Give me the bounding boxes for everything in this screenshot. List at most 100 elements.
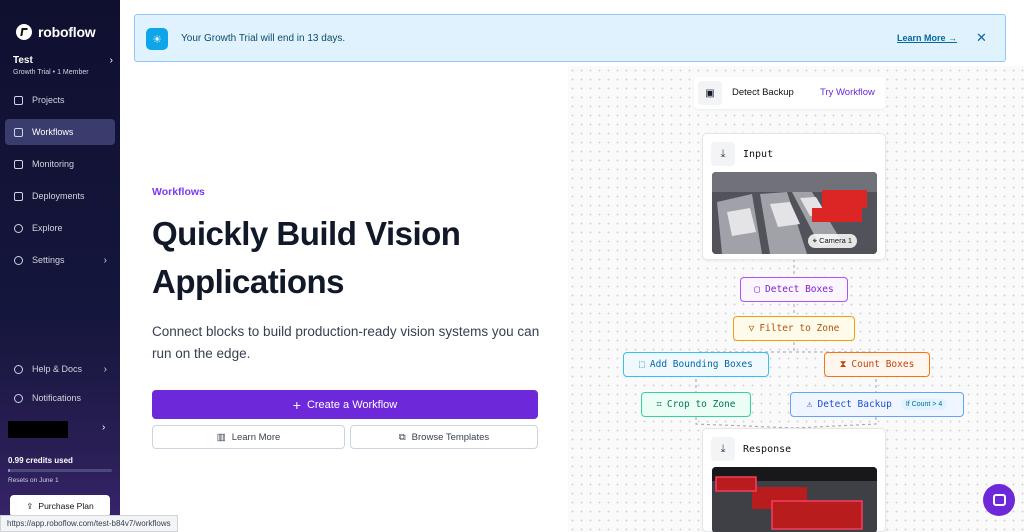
condition-badge: If Count > 4 (900, 399, 948, 410)
workspace-subtitle: Growth Trial • 1 Member (13, 69, 89, 76)
node-label: Detect Backup (817, 399, 892, 410)
connector (793, 342, 876, 353)
compass-icon (14, 223, 23, 233)
response-card: ⤓ Response (702, 428, 886, 532)
trial-banner: ☀ Your Growth Trial will end in 13 days.… (134, 14, 1006, 62)
bell-icon (14, 393, 23, 403)
credits-resets: Resets on June 1 (8, 477, 59, 484)
warehouse-image: ⌖ Camera 1 (712, 172, 877, 254)
connector (696, 342, 795, 353)
camera-badge: ⌖ Camera 1 (807, 234, 857, 248)
calendar-icon: ▢ (754, 284, 761, 295)
lightbulb-icon: ☀ (146, 28, 168, 50)
try-workflow-bar: ▣ Detect Backup Try Workflow (694, 77, 885, 109)
purchase-plan-button[interactable]: ⇪ Purchase Plan (10, 495, 110, 517)
eyebrow: Workflows (152, 186, 205, 198)
count-icon: ⧗ (839, 359, 847, 370)
sidebar: roboflow Test Growth Trial • 1 Member › … (0, 0, 120, 532)
roboflow-logo[interactable]: roboflow (16, 24, 96, 40)
sidebar-item-help-docs[interactable]: Help & Docs › (5, 356, 115, 382)
sidebar-item-explore[interactable]: Explore (5, 215, 115, 241)
sidebar-item-label: Projects (32, 95, 65, 105)
hero-description: Connect blocks to build production-ready… (152, 324, 540, 361)
sidebar-item-label: Help & Docs (32, 364, 83, 374)
chevron-right-icon: › (103, 363, 107, 375)
sidebar-item-label: Deployments (32, 191, 85, 201)
sidebar-item-settings[interactable]: Settings › (5, 247, 115, 273)
banner-text: Your Growth Trial will end in 13 days. (181, 33, 346, 44)
browse-templates-button[interactable]: ⧉ Browse Templates (350, 425, 538, 449)
chart-icon (14, 159, 23, 169)
folder-icon (14, 95, 23, 105)
sidebar-item-label: Workflows (32, 127, 74, 137)
node-detect-backup[interactable]: ⚠ Detect Backup If Count > 4 (790, 392, 964, 417)
sidebar-item-workflows[interactable]: Workflows (5, 119, 115, 145)
plus-icon: + (292, 396, 301, 413)
credits-progress-fill (8, 469, 11, 472)
sidebar-item-label: Explore (32, 223, 63, 233)
credits-used: 0.99 credits used (8, 456, 73, 465)
node-label: Detect Boxes (765, 284, 834, 295)
upload-icon: ⇪ (26, 500, 34, 511)
box-icon: ▣ (698, 81, 722, 105)
node-label: Filter to Zone (759, 323, 840, 334)
sidebar-item-deployments[interactable]: Deployments (5, 183, 115, 209)
camera-icon: ⌖ (812, 236, 817, 245)
workflow-icon (14, 127, 23, 137)
connector (793, 417, 877, 429)
workspace-name: Test (13, 55, 33, 66)
node-filter-to-zone[interactable]: ▽ Filter to Zone (733, 316, 855, 341)
browse-templates-label: Browse Templates (411, 431, 490, 443)
sidebar-item-label: Notifications (32, 393, 82, 403)
close-icon[interactable]: ✕ (976, 30, 987, 46)
node-label: Crop to Zone (666, 399, 736, 410)
response-card-title: Response (743, 443, 792, 455)
node-label: Count Boxes (851, 359, 915, 370)
learn-more-label: Learn More (231, 431, 281, 443)
chat-support-button[interactable] (983, 484, 1015, 516)
response-image (712, 467, 877, 532)
warning-icon: ⚠ (806, 399, 813, 410)
sidebar-item-label: Monitoring (32, 159, 75, 169)
crop-icon: ⌗ (656, 399, 662, 410)
node-detect-boxes[interactable]: ▢ Detect Boxes (740, 277, 848, 302)
node-count-boxes[interactable]: ⧗ Count Boxes (824, 352, 930, 377)
node-crop-to-zone[interactable]: ⌗ Crop to Zone (641, 392, 751, 417)
templates-icon: ⧉ (398, 431, 406, 443)
crates-image (712, 467, 877, 532)
workspace-switcher[interactable]: Test Growth Trial • 1 Member › (13, 55, 113, 76)
learn-more-button[interactable]: ▥ Learn More (152, 425, 345, 449)
bounding-box-icon: ⬚ (639, 359, 645, 370)
brand-name: roboflow (38, 24, 96, 40)
help-icon (14, 364, 23, 374)
node-label: Add Bounding Boxes (649, 359, 753, 370)
filter-icon: ▽ (748, 323, 755, 334)
book-icon: ▥ (216, 431, 226, 443)
node-add-bounding-boxes[interactable]: ⬚ Add Bounding Boxes (623, 352, 769, 377)
chat-icon (992, 494, 1006, 506)
purchase-plan-label: Purchase Plan (38, 501, 94, 511)
chevron-right-icon: › (103, 254, 107, 266)
camera-label: Camera 1 (819, 236, 852, 245)
download-icon: ⤓ (711, 437, 735, 461)
learn-more-link[interactable]: Learn More → (897, 33, 957, 43)
sidebar-item-monitoring[interactable]: Monitoring (5, 151, 115, 177)
input-card: ⤓ Input ⌖ Camera 1 (702, 133, 886, 260)
credits-progress-bar (8, 469, 112, 472)
sidebar-item-label: Settings (32, 255, 65, 265)
sidebar-item-notifications[interactable]: Notifications (5, 385, 115, 411)
server-icon (14, 191, 23, 201)
sidebar-item-projects[interactable]: Projects (5, 87, 115, 113)
try-workflow-name: Detect Backup (732, 87, 794, 98)
user-account[interactable] (8, 421, 68, 438)
chevron-right-icon: › (109, 55, 113, 66)
roboflow-logo-icon (16, 24, 32, 40)
page-title: Quickly Build Vision Applications (152, 215, 461, 300)
status-url: https://app.roboflow.com/test-b84v7/work… (0, 515, 178, 532)
download-icon: ⤓ (711, 142, 735, 166)
chevron-right-icon: › (102, 422, 106, 433)
try-workflow-link[interactable]: Try Workflow (820, 87, 875, 98)
gear-icon (14, 255, 23, 265)
create-workflow-button[interactable]: + Create a Workflow (152, 390, 538, 419)
input-card-title: Input (743, 148, 774, 160)
